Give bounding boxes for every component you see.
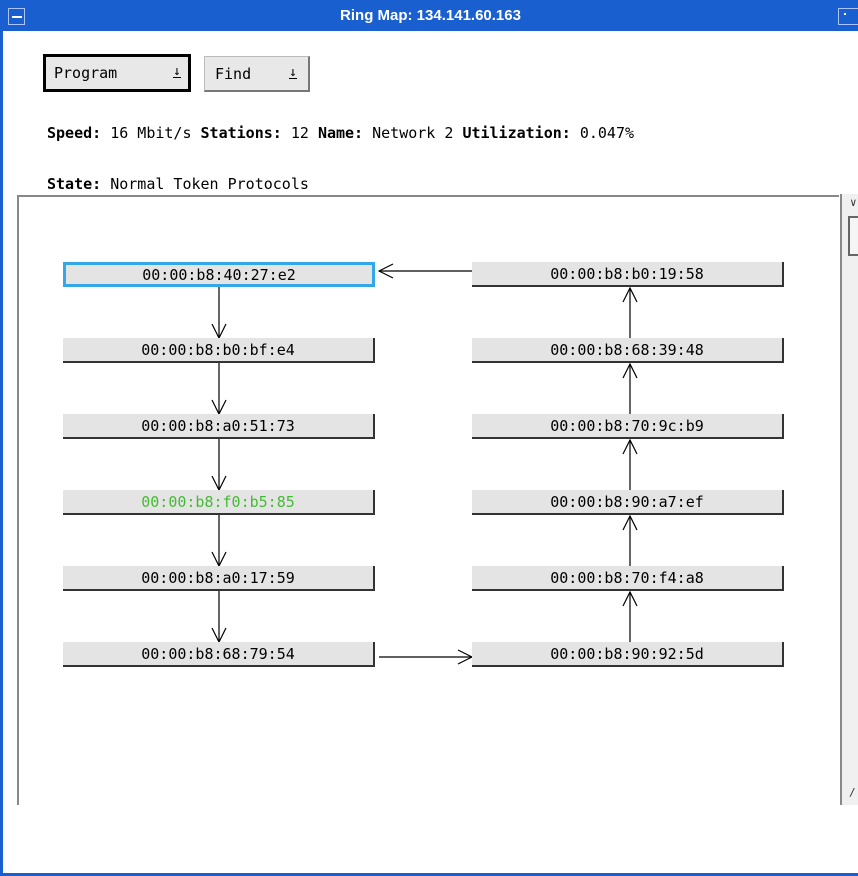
station-node[interactable]: 00:00:b8:a0:17:59 [63, 566, 375, 591]
station-node[interactable]: 00:00:b8:b0:bf:e4 [63, 338, 375, 363]
station-node[interactable]: 00:00:b8:40:27:e2 [63, 262, 375, 287]
station-node[interactable]: 00:00:b8:b0:19:58 [472, 262, 784, 287]
station-node[interactable]: 00:00:b8:a0:51:73 [63, 414, 375, 439]
station-node[interactable]: 00:00:b8:70:f4:a8 [472, 566, 784, 591]
station-node[interactable]: 00:00:b8:90:92:5d [472, 642, 784, 667]
station-node[interactable]: 00:00:b8:68:79:54 [63, 642, 375, 667]
station-node[interactable]: 00:00:b8:f0:b5:85 [63, 490, 375, 515]
station-node[interactable]: 00:00:b8:90:a7:ef [472, 490, 784, 515]
station-node[interactable]: 00:00:b8:68:39:48 [472, 338, 784, 363]
station-node[interactable]: 00:00:b8:70:9c:b9 [472, 414, 784, 439]
